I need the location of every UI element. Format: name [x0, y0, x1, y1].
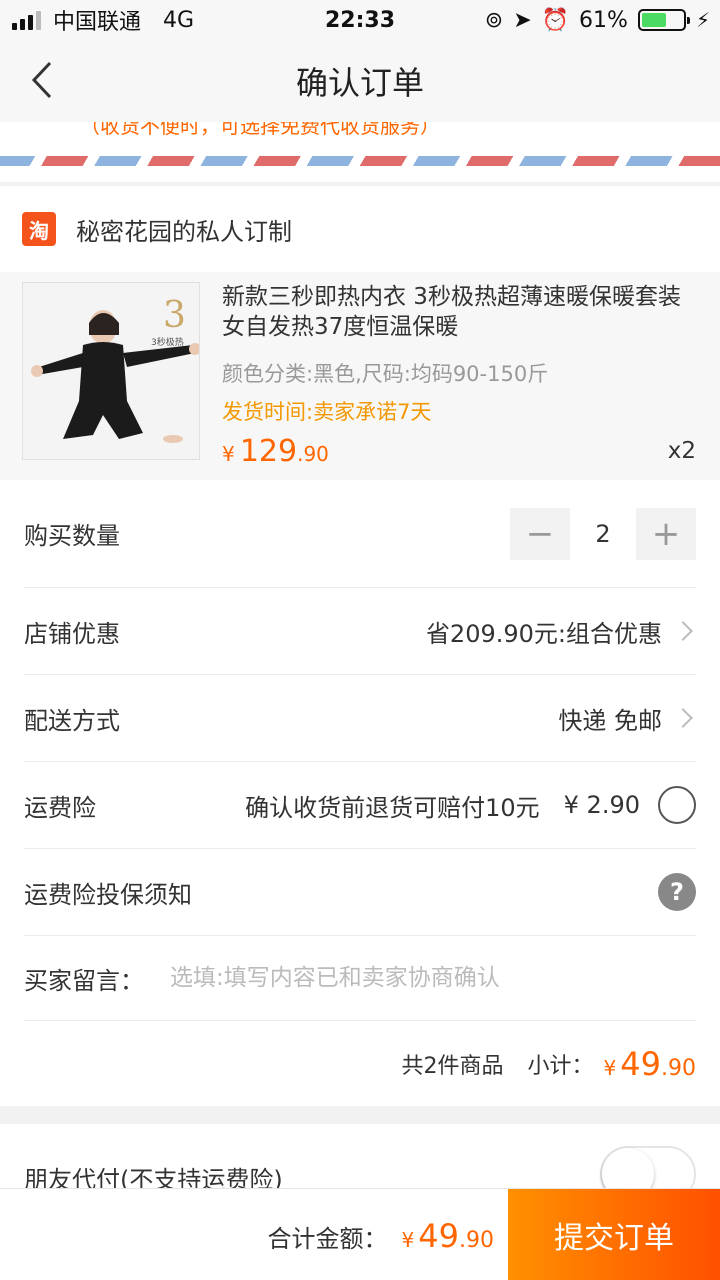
- thumb-badge: 3秒极热: [151, 336, 184, 348]
- quantity-stepper: − 2 +: [510, 507, 696, 560]
- shop-discount-value-wrap: 省209.90元:组合优惠: [426, 614, 696, 649]
- battery-fill: [641, 13, 667, 27]
- total-label: 合计金额：: [267, 1225, 388, 1253]
- buyer-message-row: 买家留言：: [24, 936, 696, 1021]
- product-price: ¥ 129.90: [222, 434, 329, 469]
- price-decimal: .90: [297, 442, 329, 466]
- back-button[interactable]: [22, 58, 62, 102]
- chevron-left-icon: [31, 61, 52, 99]
- quantity-label: 购买数量: [24, 522, 120, 550]
- delivery-value-wrap: 快递 免邮: [558, 701, 696, 736]
- minus-button[interactable]: −: [510, 507, 570, 560]
- address-section[interactable]: （收货不便时，可选择免费代收货服务）: [0, 122, 720, 182]
- buyer-message-input[interactable]: [170, 965, 650, 991]
- product-title: 新款三秒即热内衣 3秒极热超薄速暖保暖套装女自发热37度恒温保暖: [222, 284, 681, 340]
- delivery-label: 配送方式: [24, 706, 120, 735]
- address-tip: （收货不便时，可选择免费代收货服务）: [80, 122, 440, 138]
- insurance-notice-row[interactable]: 运费险投保须知 ?: [24, 849, 696, 936]
- ship-time: 发货时间:卖家承诺7天: [222, 400, 432, 424]
- shop-header[interactable]: 淘 秘密花园的私人订制: [0, 186, 720, 272]
- item-count: 共2件商品: [401, 1053, 504, 1079]
- page-title: 确认订单: [295, 64, 424, 102]
- order-options: 购买数量 − 2 + 店铺优惠 省209.90元:组合优惠 配送方式 快递 免邮…: [0, 480, 720, 1106]
- quantity-value[interactable]: 2: [570, 520, 636, 548]
- status-right: ⊚ ➤ ⏰ 61% ⚡: [485, 8, 710, 33]
- friend-pay-row: 朋友代付(不支持运费险): [0, 1124, 720, 1202]
- subtotal-integer: 49: [620, 1044, 661, 1083]
- taobao-logo-icon: 淘: [22, 212, 56, 246]
- airmail-stripe: [0, 156, 720, 166]
- orientation-lock-icon: ⊚: [484, 7, 504, 33]
- charging-icon: ⚡: [695, 8, 710, 32]
- subtotal-row: 共2件商品 小计： ¥49.90: [24, 1021, 696, 1106]
- insurance-radio[interactable]: [658, 786, 696, 824]
- subtotal-price: ¥49.90: [604, 1045, 696, 1083]
- submit-order-button[interactable]: 提交订单: [508, 1189, 720, 1280]
- shop-discount-value: 省209.90元:组合优惠: [425, 619, 662, 648]
- delivery-value: 快递 免邮: [558, 706, 662, 735]
- product-quantity: x2: [667, 438, 696, 464]
- product-item[interactable]: 3 3秒极热 新款三秒即热内衣 3秒极热超薄速暖保暖套装女自发热37度恒温保暖 …: [0, 272, 720, 480]
- plus-button[interactable]: +: [636, 507, 696, 560]
- total-integer: 49: [418, 1217, 459, 1255]
- carrier-name: 中国联通: [53, 10, 142, 35]
- shipping-insurance-label: 运费险: [24, 793, 96, 822]
- chevron-right-icon: [673, 621, 693, 641]
- battery-percent: 61%: [579, 7, 628, 33]
- shop-discount-row[interactable]: 店铺优惠 省209.90元:组合优惠: [24, 588, 696, 675]
- total-symbol: ¥: [401, 1228, 415, 1252]
- shipping-insurance-wrap: 确认收货前退货可赔付10元 ¥ 2.90: [245, 786, 696, 824]
- nav-bar: 确认订单: [0, 40, 720, 122]
- alarm-icon: ⏰: [541, 7, 570, 33]
- buyer-message-label: 买家留言：: [24, 966, 144, 995]
- chevron-right-icon: [673, 708, 693, 728]
- status-bar: 中国联通 4G 22:33 ⊚ ➤ ⏰ 61% ⚡: [0, 0, 720, 40]
- product-sku: 颜色分类:黑色,尺码:均码90-150斤: [222, 362, 549, 386]
- bottom-bar: 合计金额： ¥49.90 提交订单: [0, 1188, 720, 1280]
- location-icon: ➤: [513, 7, 532, 33]
- subtotal-label: 小计：: [527, 1053, 594, 1079]
- product-photo-icon: 3 3秒极热: [23, 283, 199, 459]
- shipping-insurance-row: 运费险 确认收货前退货可赔付10元 ¥ 2.90: [24, 762, 696, 849]
- battery-icon: [637, 9, 690, 31]
- quantity-row: 购买数量 − 2 +: [24, 480, 696, 588]
- help-icon[interactable]: ?: [658, 873, 696, 911]
- insurance-notice-label: 运费险投保须知: [24, 880, 192, 909]
- insurance-notice-wrap: ?: [658, 873, 696, 911]
- total-price: ¥49.90: [402, 1217, 494, 1255]
- shipping-insurance-desc: 确认收货前退货可赔付10元: [245, 793, 540, 822]
- status-left: 中国联通 4G: [12, 4, 194, 36]
- price-symbol: ¥: [222, 442, 235, 466]
- total-decimal: .90: [459, 1228, 494, 1253]
- total-amount: 合计金额： ¥49.90: [268, 1217, 494, 1255]
- subtotal-decimal: .90: [661, 1055, 696, 1081]
- network-type: 4G: [163, 7, 195, 33]
- shop-name: 秘密花园的私人订制: [76, 217, 292, 246]
- shipping-insurance-price: ¥ 2.90: [563, 791, 640, 819]
- product-thumbnail: 3 3秒极热: [22, 282, 200, 460]
- delivery-row[interactable]: 配送方式 快递 免邮: [24, 675, 696, 762]
- price-integer: 129: [239, 434, 298, 469]
- signal-icon: [12, 10, 41, 30]
- subtotal-symbol: ¥: [603, 1055, 617, 1080]
- svg-text:3: 3: [163, 295, 186, 336]
- shop-discount-label: 店铺优惠: [24, 619, 120, 648]
